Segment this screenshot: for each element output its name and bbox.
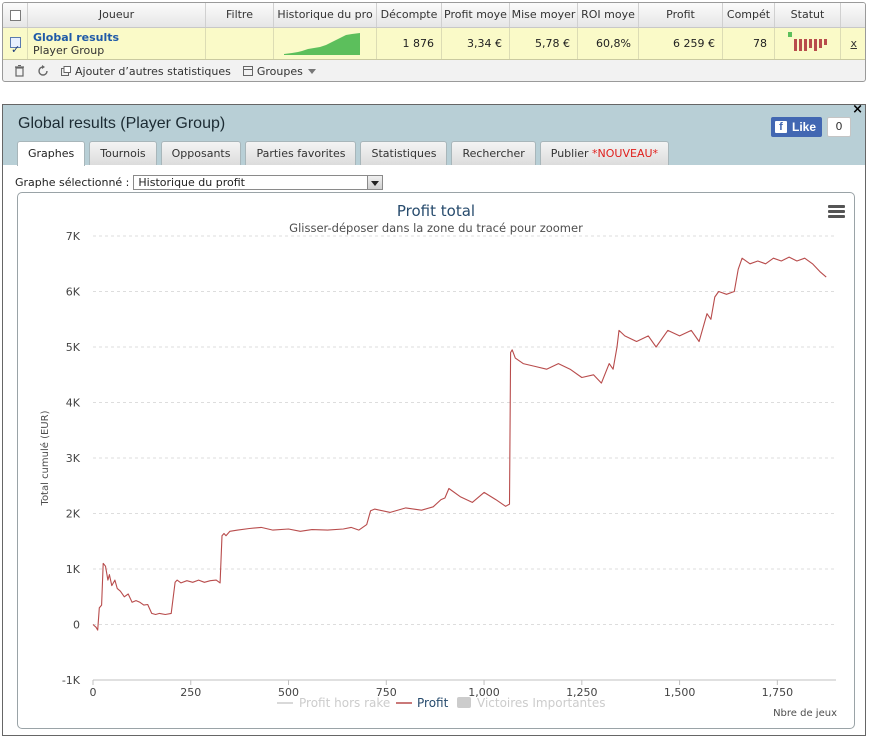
status-bars-icon	[788, 32, 827, 51]
col-header-count[interactable]: Décompte	[377, 3, 442, 27]
legend-item-profit-hors-rake: Profit hors rake	[299, 696, 390, 710]
chart-title: Profit total	[397, 202, 475, 220]
facebook-like-count: 0	[827, 117, 851, 137]
graph-select[interactable]: Historique du profit	[133, 175, 384, 190]
legend-item-victoires-importantes: Victoires Importantes	[477, 696, 606, 710]
y-tick-label: 0	[73, 619, 80, 632]
y-axis-title: Total cumulé (EUR)	[39, 410, 51, 506]
facebook-like-label: Like	[791, 120, 816, 134]
tab-publier-label: Publier	[550, 147, 589, 160]
add-stats-label: Ajouter d’autres statistiques	[75, 64, 231, 78]
refresh-icon[interactable]	[35, 63, 51, 79]
chart-subtitle: Glisser-déposer dans la zone du tracé po…	[289, 221, 583, 235]
chart-container[interactable]: Profit total Glisser-déposer dans la zone…	[17, 192, 855, 729]
tab-parties-favorites[interactable]: Parties favorites	[245, 141, 357, 165]
x-tick-label: 250	[180, 686, 201, 699]
tab-rechercher[interactable]: Rechercher	[451, 141, 536, 165]
filter-cell[interactable]	[206, 28, 274, 59]
table-row[interactable]: Global results Player Group 1 876 3,34 €…	[3, 28, 865, 65]
y-tick-label: 7K	[66, 230, 81, 243]
tab-opposants[interactable]: Opposants	[160, 141, 242, 165]
groups-label: Groupes	[256, 64, 303, 78]
y-tick-label: 3K	[66, 452, 81, 465]
series-line-profit	[92, 256, 827, 631]
row-checkbox[interactable]	[10, 34, 21, 65]
groups-icon	[242, 66, 253, 76]
facebook-like-button[interactable]: f Like	[770, 117, 822, 137]
tab-graphes[interactable]: Graphes	[17, 141, 86, 166]
player-name-link[interactable]: Global results	[33, 31, 119, 44]
results-panel: Global results (Player Group) × f Like 0…	[2, 102, 866, 736]
y-tick-label: 1K	[66, 563, 81, 576]
close-icon[interactable]: ×	[852, 102, 863, 117]
competitions-cell: 78	[723, 28, 775, 59]
select-all-checkbox[interactable]	[10, 10, 21, 21]
remove-cell: x	[841, 28, 865, 59]
col-header-avg-profit[interactable]: Profit moye	[442, 3, 510, 27]
col-header-status[interactable]: Statut	[775, 3, 841, 27]
x-tick-label: 500	[278, 686, 299, 699]
trash-icon[interactable]	[11, 63, 27, 79]
profit-chart[interactable]: Profit totalGlisser-déposer dans la zone…	[18, 193, 854, 728]
add-stats-button[interactable]: Ajouter d’autres statistiques	[61, 65, 231, 78]
col-header-competitions[interactable]: Compét	[723, 3, 775, 27]
y-tick-label: 4K	[66, 397, 81, 410]
col-header-avg-stake[interactable]: Mise moyer	[510, 3, 578, 27]
x-tick-label: 0	[90, 686, 97, 699]
facebook-icon: f	[774, 121, 787, 133]
chevron-down-icon	[307, 68, 316, 74]
legend-item-profit: Profit	[417, 696, 449, 710]
y-tick-label: 6K	[66, 286, 81, 299]
select-all-cell[interactable]	[3, 3, 28, 27]
y-tick-label: 2K	[66, 508, 81, 521]
chart-menu-icon[interactable]	[828, 205, 845, 219]
chevron-down-icon[interactable]	[367, 176, 383, 189]
col-header-actions	[841, 3, 865, 27]
roi-cell: 60,8%	[578, 28, 639, 59]
external-window-icon	[61, 66, 71, 76]
x-axis-title: Nbre de jeux	[773, 708, 837, 719]
new-badge: *NOUVEAU*	[592, 147, 659, 160]
player-stats-table: Joueur Filtre Historique du pro Décompte…	[2, 2, 866, 82]
row-select-cell[interactable]	[3, 28, 28, 65]
tab-publier[interactable]: Publier *NOUVEAU*	[539, 141, 670, 165]
player-group-label: Player Group	[33, 44, 105, 57]
tab-bar: Graphes Tournois Opposants Parties favor…	[17, 141, 670, 166]
panel-header: Global results (Player Group) × f Like 0…	[3, 102, 865, 166]
profit-cell: 6 259 €	[639, 28, 723, 59]
groups-dropdown[interactable]: Groupes	[242, 64, 316, 78]
graph-select-value: Historique du profit	[138, 176, 245, 189]
profit-sparkline	[284, 33, 360, 55]
legend-box-icon	[457, 697, 471, 708]
col-header-profit[interactable]: Profit	[639, 3, 723, 27]
x-tick-label: 1,750	[762, 686, 794, 699]
col-header-filter[interactable]: Filtre	[206, 3, 274, 27]
status-cell	[775, 28, 841, 59]
table-header: Joueur Filtre Historique du pro Décompte…	[3, 3, 865, 28]
avg-profit-cell: 3,34 €	[442, 28, 510, 59]
tab-tournois[interactable]: Tournois	[89, 141, 157, 165]
tab-statistiques[interactable]: Statistiques	[360, 141, 448, 165]
graph-select-label: Graphe sélectionné :	[15, 176, 130, 189]
history-cell	[274, 28, 377, 59]
table-toolbar: Ajouter d’autres statistiques Groupes	[3, 60, 865, 81]
remove-row-link[interactable]: x	[850, 28, 857, 59]
col-header-history[interactable]: Historique du pro	[274, 3, 377, 27]
avg-stake-cell: 5,78 €	[510, 28, 578, 59]
y-tick-label: -1K	[62, 674, 81, 687]
graph-select-row: Graphe sélectionné : Historique du profi…	[15, 175, 384, 190]
col-header-player[interactable]: Joueur	[28, 3, 206, 27]
panel-title: Global results (Player Group)	[18, 115, 226, 132]
y-tick-label: 5K	[66, 341, 81, 354]
col-header-roi[interactable]: ROI moye	[578, 3, 639, 27]
count-cell: 1 876	[377, 28, 442, 59]
x-tick-label: 1,500	[664, 686, 696, 699]
player-cell[interactable]: Global results Player Group	[28, 28, 206, 59]
